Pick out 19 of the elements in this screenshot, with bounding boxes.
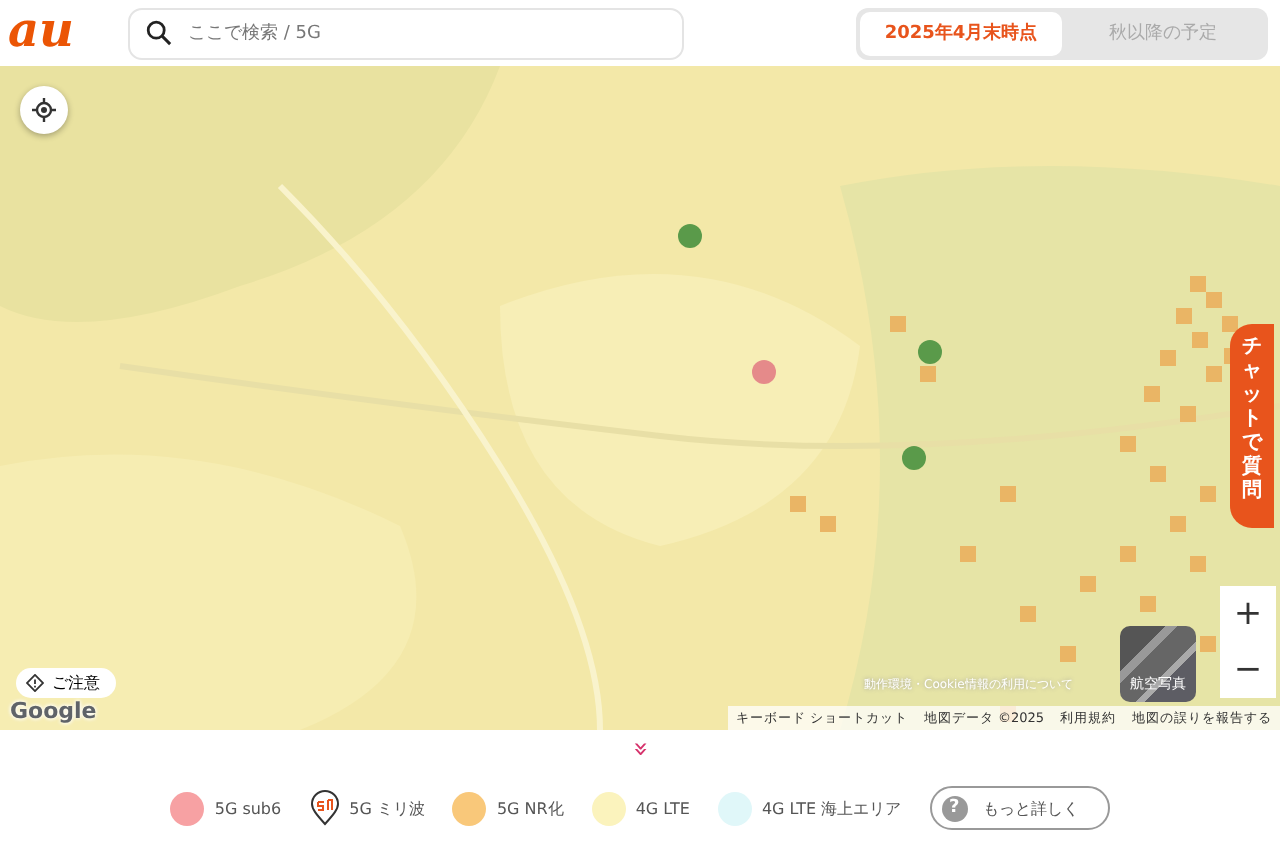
au-logo[interactable]: au [8,5,108,53]
notice-button[interactable]: ご注意 [16,668,116,698]
google-logo: Google [10,698,97,724]
warning-icon [26,674,44,692]
expand-button[interactable]: » [627,741,653,757]
help-icon: ? [941,795,968,821]
period-tab[interactable]: 2025年4月末時点 [860,11,1062,55]
legend-label: 4G LTE [635,799,690,817]
search-field[interactable]: ここで検索 / 5G [128,7,684,59]
legend-label: 5G NR化 [496,797,564,819]
legend-label: 4G LTE 海上エリア [761,797,902,819]
search-input[interactable]: ここで検索 / 5G [184,21,666,45]
legend-label: 5G sub6 [214,799,282,817]
pin-icon [309,790,340,826]
legend-label: 5G ミリ波 [349,797,425,819]
chat-tab[interactable]: チャットで質問 [1230,324,1274,528]
more-details-button[interactable]: ? もっと詳しく [929,786,1110,830]
locate-icon [32,98,56,122]
search-icon [146,20,172,46]
